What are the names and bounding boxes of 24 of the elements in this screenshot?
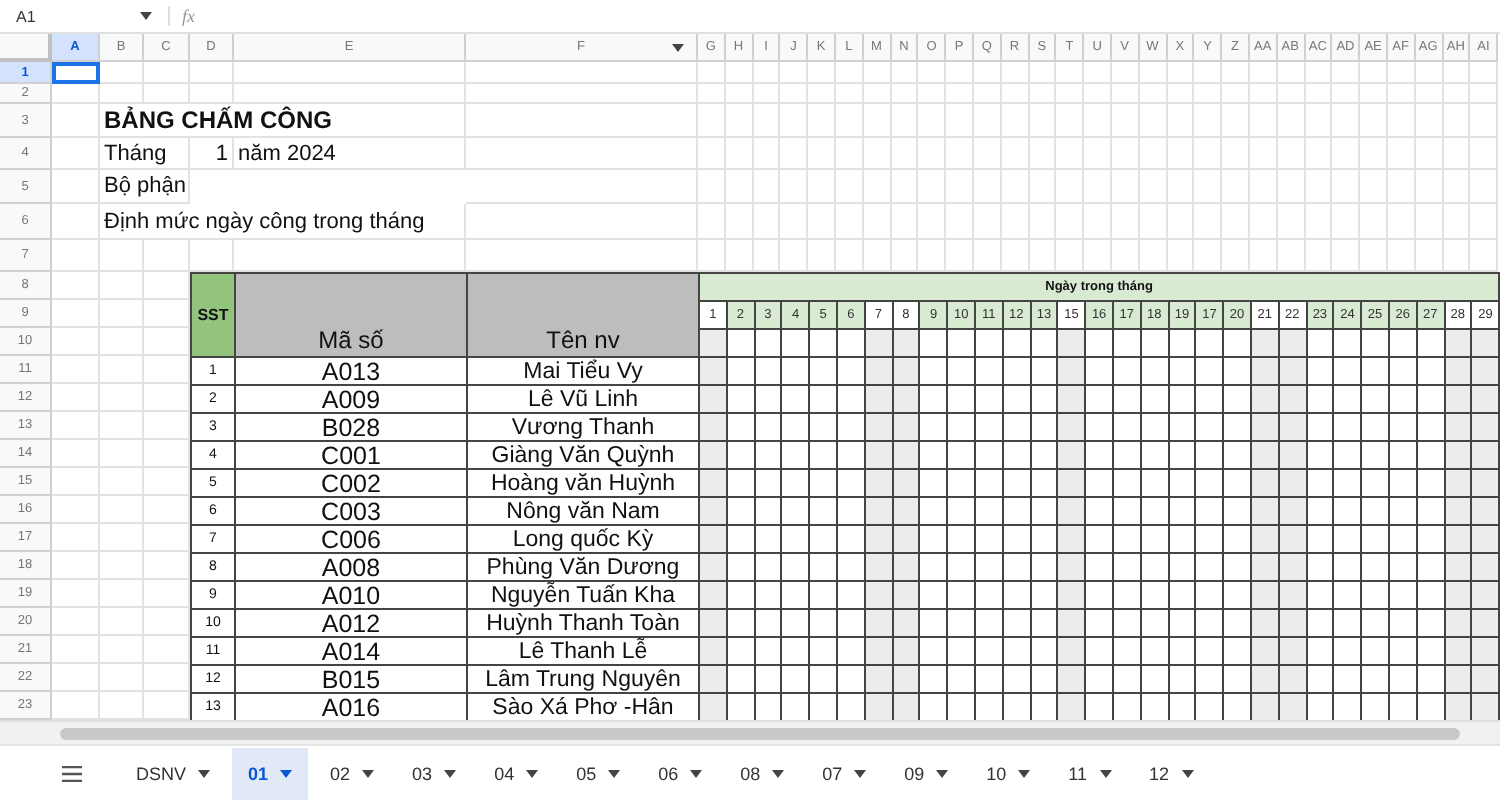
month-value: 1 (190, 138, 234, 170)
column-heading: SST (190, 272, 236, 358)
department-label: Bộ phận (100, 170, 190, 204)
month-label: Tháng (100, 138, 190, 170)
sheet-tab[interactable]: 01 (232, 747, 309, 799)
sheet-tab[interactable]: 09 (888, 747, 965, 799)
sheet-tab[interactable]: 08 (724, 747, 801, 799)
name-box[interactable]: A1 (12, 2, 156, 30)
sheet-tab[interactable]: 06 (642, 747, 719, 799)
column-heading: Mã số (234, 272, 468, 358)
sheet-tab[interactable]: DSNV (120, 747, 227, 799)
sheet-tab[interactable]: 04 (478, 747, 555, 799)
sheet-title: BẢNG CHẤM CÔNG (100, 104, 466, 138)
sheet-tab[interactable]: 11 (1052, 747, 1128, 799)
column-heading: Tên nv (466, 272, 700, 358)
year-label: năm 2024 (234, 138, 466, 170)
sheet-tab[interactable]: 10 (970, 747, 1047, 799)
sheet-tab[interactable]: 05 (560, 747, 637, 799)
sheet-tab[interactable]: 02 (314, 747, 391, 799)
sheet-tab[interactable]: 12 (1133, 747, 1210, 799)
sheet-tab[interactable]: 07 (806, 747, 883, 799)
sheet-tab[interactable]: 03 (396, 747, 473, 799)
function-label: fx (168, 6, 195, 26)
quota-label: Định mức ngày công trong tháng (100, 204, 466, 240)
